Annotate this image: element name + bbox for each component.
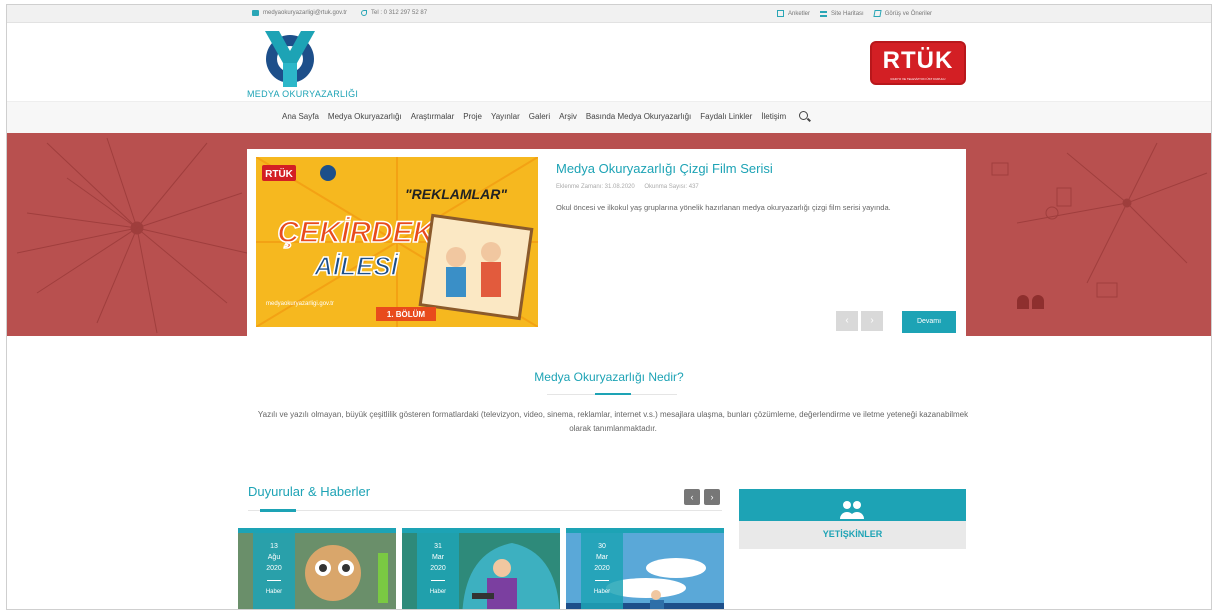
- users-icon: [840, 501, 864, 519]
- card-month: Ağu: [267, 554, 281, 561]
- rtuk-logo-sub: RADYO VE TELEVİZYON ÜST KURULU: [890, 77, 946, 81]
- svg-text:medyaokuryazarligi.gov.tr: medyaokuryazarligi.gov.tr: [266, 301, 334, 307]
- svg-text:1. BÖLÜM: 1. BÖLÜM: [387, 310, 426, 319]
- news-card-date: 13 Ağu 2020 Haber: [253, 533, 295, 609]
- browser-page: medyaokuryazarligi@rtuk.gov.tr Tel : 0 3…: [6, 4, 1212, 610]
- nav-item-project[interactable]: Proje: [463, 112, 482, 121]
- nav-item-media-literacy[interactable]: Medya Okuryazarlığı: [328, 112, 402, 121]
- sitemap-label: Site Haritası: [831, 10, 864, 17]
- nav-item-publications[interactable]: Yayınlar: [491, 112, 520, 121]
- news-prev-button[interactable]: ‹: [684, 489, 700, 505]
- rtuk-logo-text: RTÜK: [882, 47, 954, 74]
- news-next-button[interactable]: ›: [704, 489, 720, 505]
- edit-icon: [873, 10, 882, 17]
- site-logo[interactable]: MEDYA OKURYAZARLIĞI: [245, 29, 395, 101]
- featured-slider: RTÜK "REKLAMLAR" ÇEKİRDEK AİLESİ medyaok…: [247, 149, 966, 336]
- news-card[interactable]: 30 Mar 2020 Haber: [566, 528, 724, 609]
- cartoon-poster-image: RTÜK "REKLAMLAR" ÇEKİRDEK AİLESİ medyaok…: [256, 157, 538, 327]
- surveys-link[interactable]: Anketler: [777, 10, 810, 17]
- nav-item-press[interactable]: Basında Medya Okuryazarlığı: [586, 112, 691, 121]
- card-month: Mar: [595, 554, 609, 561]
- nav-item-archive[interactable]: Arşiv: [559, 112, 577, 121]
- slide-date: Eklenme Zamanı: 31.08.2020: [556, 184, 635, 190]
- card-day: 13: [270, 543, 278, 550]
- email-text: medyaokuryazarligi@rtuk.gov.tr: [263, 10, 348, 16]
- card-year: 2020: [594, 565, 610, 572]
- nav-item-research[interactable]: Araştırmalar: [411, 112, 455, 121]
- news-card[interactable]: 31 Mar 2020 Haber: [402, 528, 560, 609]
- phone-icon: [361, 10, 368, 16]
- card-divider: [267, 580, 281, 581]
- nav-item-contact[interactable]: İletişim: [761, 112, 786, 121]
- feedback-link[interactable]: Görüş ve Öneriler: [873, 10, 933, 17]
- surveys-label: Anketler: [788, 10, 811, 17]
- slide-reads: Okunma Sayısı: 437: [644, 184, 699, 190]
- adults-box-header: [739, 489, 966, 521]
- checkbox-icon: [777, 10, 784, 17]
- news-card-date: 31 Mar 2020 Haber: [417, 533, 459, 609]
- news-card-date: 30 Mar 2020 Haber: [581, 533, 623, 609]
- card-divider: [595, 580, 609, 581]
- card-year: 2020: [430, 565, 446, 572]
- read-more-button[interactable]: Devamı: [902, 311, 956, 333]
- site-header: MEDYA OKURYAZARLIĞI RTÜK RADYO VE TELEVİ…: [7, 23, 1211, 101]
- sitemap-link[interactable]: Site Haritası: [820, 10, 864, 17]
- news-divider-accent: [260, 509, 296, 512]
- nav-item-gallery[interactable]: Galeri: [529, 112, 550, 121]
- card-tag: Haber: [429, 589, 447, 595]
- card-tag: Haber: [265, 589, 283, 595]
- svg-text:"REKLAMLAR": "REKLAMLAR": [405, 186, 507, 202]
- hero-banner: RTÜK "REKLAMLAR" ÇEKİRDEK AİLESİ medyaok…: [7, 133, 1211, 336]
- nav-item-home[interactable]: Ana Sayfa: [282, 112, 319, 121]
- about-divider-accent: [595, 393, 631, 395]
- card-day: 31: [434, 543, 442, 550]
- slider-prev-button[interactable]: ‹: [836, 311, 858, 331]
- slider-next-button[interactable]: ›: [861, 311, 883, 331]
- card-day: 30: [598, 543, 606, 550]
- card-tag: Haber: [593, 589, 611, 595]
- mail-icon: [252, 10, 259, 16]
- slide-meta: Eklenme Zamanı: 31.08.2020 Okunma Sayısı…: [556, 184, 707, 190]
- news-divider: [248, 510, 722, 511]
- adults-box[interactable]: YETİŞKİNLER: [739, 489, 966, 549]
- mo-logo-icon: [265, 31, 315, 87]
- svg-text:RTÜK: RTÜK: [265, 167, 294, 180]
- card-year: 2020: [266, 565, 282, 572]
- about-text: Yazılı ve yazılı olmayan, büyük çeşitlil…: [257, 410, 969, 433]
- logo-text: MEDYA OKURYAZARLIĞI: [247, 89, 359, 99]
- adults-box-label: YETİŞKİNLER: [822, 529, 883, 539]
- card-month: Mar: [431, 554, 445, 561]
- sitemap-icon: [820, 10, 828, 17]
- slide-image[interactable]: RTÜK "REKLAMLAR" ÇEKİRDEK AİLESİ medyaok…: [256, 157, 538, 327]
- svg-text:AİLESİ: AİLESİ: [313, 251, 400, 281]
- news-section-title: Duyurular & Haberler: [248, 484, 371, 499]
- phone-info: Tel : 0 312 297 52 87: [361, 10, 427, 16]
- about-title: Medya Okuryazarlığı Nedir?: [534, 370, 684, 384]
- slide-description: Okul öncesi ve ilkokul yaş gruplarına yö…: [556, 203, 891, 212]
- svg-text:ÇEKİRDEK: ÇEKİRDEK: [278, 216, 437, 249]
- nav-item-links[interactable]: Faydalı Linkler: [700, 112, 752, 121]
- rtuk-logo[interactable]: RTÜK RADYO VE TELEVİZYON ÜST KURULU: [870, 41, 966, 85]
- feedback-label: Görüş ve Öneriler: [884, 10, 933, 17]
- search-icon[interactable]: [799, 111, 809, 120]
- card-divider: [431, 580, 445, 581]
- news-card[interactable]: 13 Ağu 2020 Haber: [238, 528, 396, 609]
- phone-text: Tel : 0 312 297 52 87: [371, 10, 428, 16]
- email-link[interactable]: medyaokuryazarligi@rtuk.gov.tr: [252, 10, 347, 16]
- top-bar: medyaokuryazarligi@rtuk.gov.tr Tel : 0 3…: [7, 5, 1211, 23]
- main-nav: Ana Sayfa Medya Okuryazarlığı Araştırmal…: [7, 101, 1211, 133]
- slide-title[interactable]: Medya Okuryazarlığı Çizgi Film Serisi: [556, 161, 773, 176]
